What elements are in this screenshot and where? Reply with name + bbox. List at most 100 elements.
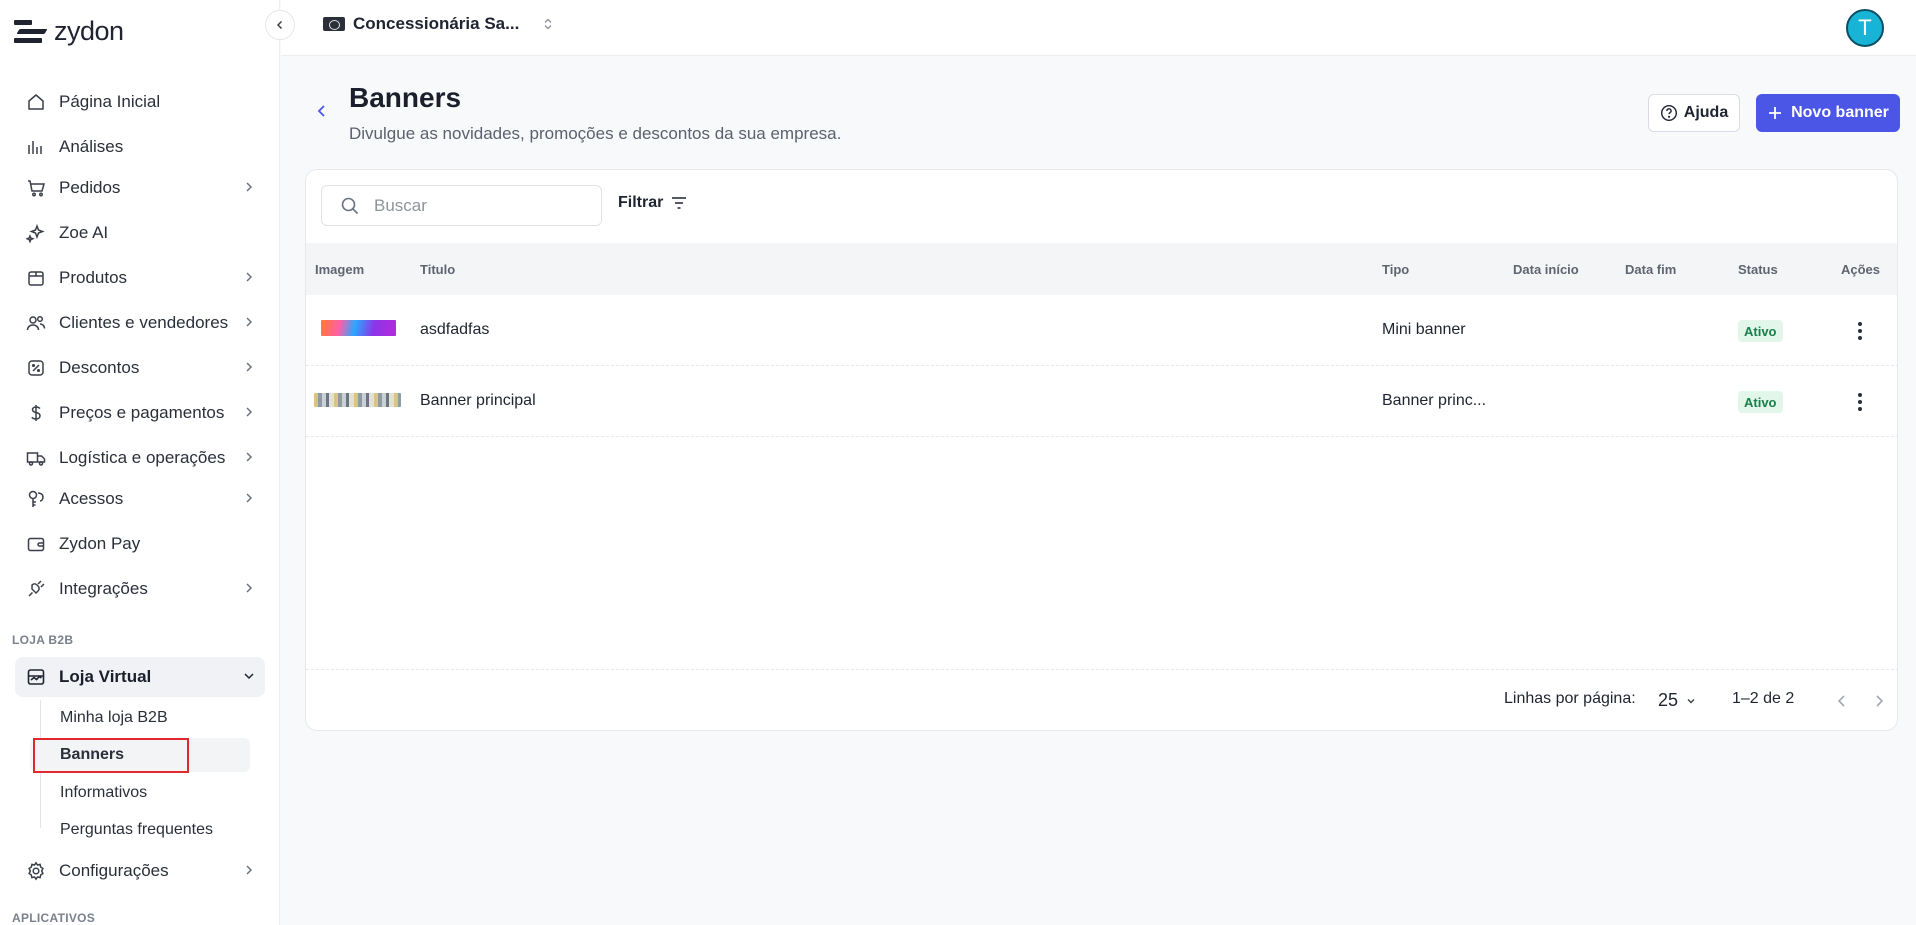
sidebar-subitem-perguntas-frequentes[interactable]: Perguntas frequentes bbox=[30, 813, 250, 847]
banner-type: Banner princ... bbox=[1382, 392, 1487, 409]
chevron-right-icon bbox=[246, 362, 253, 372]
banner-thumbnail bbox=[321, 320, 396, 336]
sidebar-item-acessos[interactable]: Acessos bbox=[15, 479, 265, 519]
truck-icon bbox=[25, 447, 47, 469]
sidebar-item-pedidos[interactable]: Pedidos bbox=[15, 168, 265, 208]
sidebar-item-configuracoes[interactable]: Configurações bbox=[15, 851, 265, 891]
sidebar-item-loja-virtual[interactable]: Loja Virtual bbox=[15, 657, 265, 697]
search-box[interactable] bbox=[321, 185, 602, 226]
page-title: Banners bbox=[349, 82, 462, 113]
sidebar-item-analises[interactable]: Análises bbox=[15, 127, 265, 167]
sidebar-item-label: Descontos bbox=[59, 358, 140, 377]
chevron-updown-icon bbox=[544, 18, 552, 30]
plug-icon bbox=[25, 578, 47, 600]
column-header-status[interactable]: Status bbox=[1738, 262, 1778, 277]
wallet-icon bbox=[25, 533, 47, 555]
search-icon bbox=[341, 197, 359, 214]
row-actions-button[interactable] bbox=[1851, 319, 1869, 343]
key-icon bbox=[25, 488, 47, 510]
chevron-right-icon bbox=[246, 182, 253, 192]
sidebar-item-label: Análises bbox=[59, 137, 124, 156]
zydon-logo-icon bbox=[14, 17, 48, 47]
banner-thumbnail bbox=[314, 393, 401, 407]
next-page-button[interactable] bbox=[1869, 691, 1889, 711]
table-header: Imagem Titulo Tipo Data início Data fim … bbox=[306, 243, 1897, 295]
column-header-titulo[interactable]: Titulo bbox=[420, 262, 455, 277]
cart-icon bbox=[25, 177, 47, 199]
top-bar: Concessionária Sa... T bbox=[281, 0, 1916, 56]
rows-per-page-select[interactable]: 25 bbox=[1658, 690, 1696, 711]
brand-name: zydon bbox=[54, 16, 124, 46]
sidebar-item-zoe-ai[interactable]: Zoe AI bbox=[15, 213, 265, 253]
table-row[interactable]: asdfadfas Mini banner Ativo bbox=[306, 295, 1897, 366]
store-icon bbox=[25, 666, 47, 688]
chevron-right-icon bbox=[246, 272, 253, 282]
rows-per-page-label: Linhas por página: bbox=[1504, 690, 1636, 708]
chevron-right-icon bbox=[246, 317, 253, 327]
pagination-range: 1–2 de 2 bbox=[1732, 690, 1794, 708]
sidebar-item-label: Página Inicial bbox=[59, 92, 161, 111]
rows-per-page-value: 25 bbox=[1658, 690, 1679, 710]
pagination-range-text: 1–2 de 2 bbox=[1732, 690, 1795, 707]
sidebar: zydon Página Inicial Análises Pedidos Zo… bbox=[0, 0, 280, 925]
chevron-left-icon bbox=[276, 20, 283, 30]
plus-icon bbox=[1769, 107, 1782, 119]
status-badge: Ativo bbox=[1738, 320, 1783, 342]
new-banner-label: Novo banner bbox=[1791, 104, 1889, 121]
chevron-down-icon bbox=[244, 673, 254, 680]
kebab-menu-icon bbox=[1858, 393, 1862, 397]
sidebar-collapse-button[interactable] bbox=[265, 10, 295, 40]
box-icon bbox=[25, 267, 47, 289]
sidebar-item-label: Integrações bbox=[59, 579, 148, 598]
sidebar-item-precos[interactable]: Preços e pagamentos bbox=[15, 393, 265, 433]
column-header-data-fim[interactable]: Data fim bbox=[1625, 262, 1676, 277]
sidebar-item-descontos[interactable]: Descontos bbox=[15, 348, 265, 388]
table-footer-divider bbox=[306, 669, 1897, 670]
help-button[interactable]: Ajuda bbox=[1648, 94, 1740, 132]
user-avatar[interactable]: T bbox=[1846, 9, 1884, 47]
store-selector[interactable]: Concessionária Sa... bbox=[323, 14, 555, 34]
users-icon bbox=[25, 312, 47, 334]
sidebar-item-label: Preços e pagamentos bbox=[59, 403, 225, 422]
column-header-acoes: Ações bbox=[1841, 262, 1881, 277]
sidebar-item-label: Clientes e vendedores bbox=[59, 313, 229, 332]
sidebar-subitem-banners[interactable]: Banners bbox=[30, 738, 250, 772]
sidebar-item-integracoes[interactable]: Integrações bbox=[15, 569, 265, 609]
banners-card: Filtrar Imagem Titulo Tipo Data início D… bbox=[305, 169, 1898, 731]
gear-icon bbox=[25, 860, 47, 882]
sidebar-subitem-informativos[interactable]: Informativos bbox=[30, 776, 250, 810]
sidebar-item-logistica[interactable]: Logística e operações bbox=[15, 438, 265, 478]
store-name: Concessionária Sa... bbox=[353, 14, 520, 33]
back-button[interactable] bbox=[312, 101, 332, 121]
sidebar-item-pagina-inicial[interactable]: Página Inicial bbox=[15, 82, 265, 122]
chevron-left-icon bbox=[1837, 695, 1845, 707]
sidebar-item-clientes[interactable]: Clientes e vendedores bbox=[15, 303, 265, 343]
column-header-data-inicio[interactable]: Data início bbox=[1513, 262, 1579, 277]
banner-title: Banner principal bbox=[420, 392, 536, 409]
dollar-icon bbox=[25, 402, 47, 424]
chevron-right-icon bbox=[246, 452, 253, 462]
sidebar-item-zydon-pay[interactable]: Zydon Pay bbox=[15, 524, 265, 564]
help-button-label: Ajuda bbox=[1683, 104, 1729, 121]
sidebar-subitem-minha-loja[interactable]: Minha loja B2B bbox=[30, 701, 250, 735]
chevron-left-icon bbox=[317, 105, 325, 117]
discount-icon bbox=[25, 357, 47, 379]
brand-logo[interactable]: zydon bbox=[14, 16, 124, 47]
chevron-right-icon bbox=[1876, 695, 1884, 707]
filter-button[interactable]: Filtrar bbox=[618, 194, 687, 212]
sidebar-item-label: Produtos bbox=[59, 268, 128, 287]
search-input[interactable] bbox=[374, 195, 574, 216]
table-row[interactable]: Banner principal Banner princ... Ativo bbox=[306, 366, 1897, 437]
section-label-loja-b2b: LOJA B2B bbox=[12, 633, 74, 647]
previous-page-button[interactable] bbox=[1832, 691, 1852, 711]
sparkle-icon bbox=[25, 222, 47, 244]
sidebar-item-label: Configurações bbox=[59, 861, 169, 880]
column-header-tipo[interactable]: Tipo bbox=[1382, 262, 1409, 277]
sidebar-item-produtos[interactable]: Produtos bbox=[15, 258, 265, 298]
page-subtitle: Divulgue as novidades, promoções e desco… bbox=[349, 124, 842, 143]
sidebar-item-label: Loja Virtual bbox=[59, 667, 152, 686]
row-actions-button[interactable] bbox=[1851, 390, 1869, 414]
home-icon bbox=[25, 91, 47, 113]
new-banner-button[interactable]: Novo banner bbox=[1756, 94, 1900, 132]
banner-title: asdfadfas bbox=[420, 321, 490, 338]
